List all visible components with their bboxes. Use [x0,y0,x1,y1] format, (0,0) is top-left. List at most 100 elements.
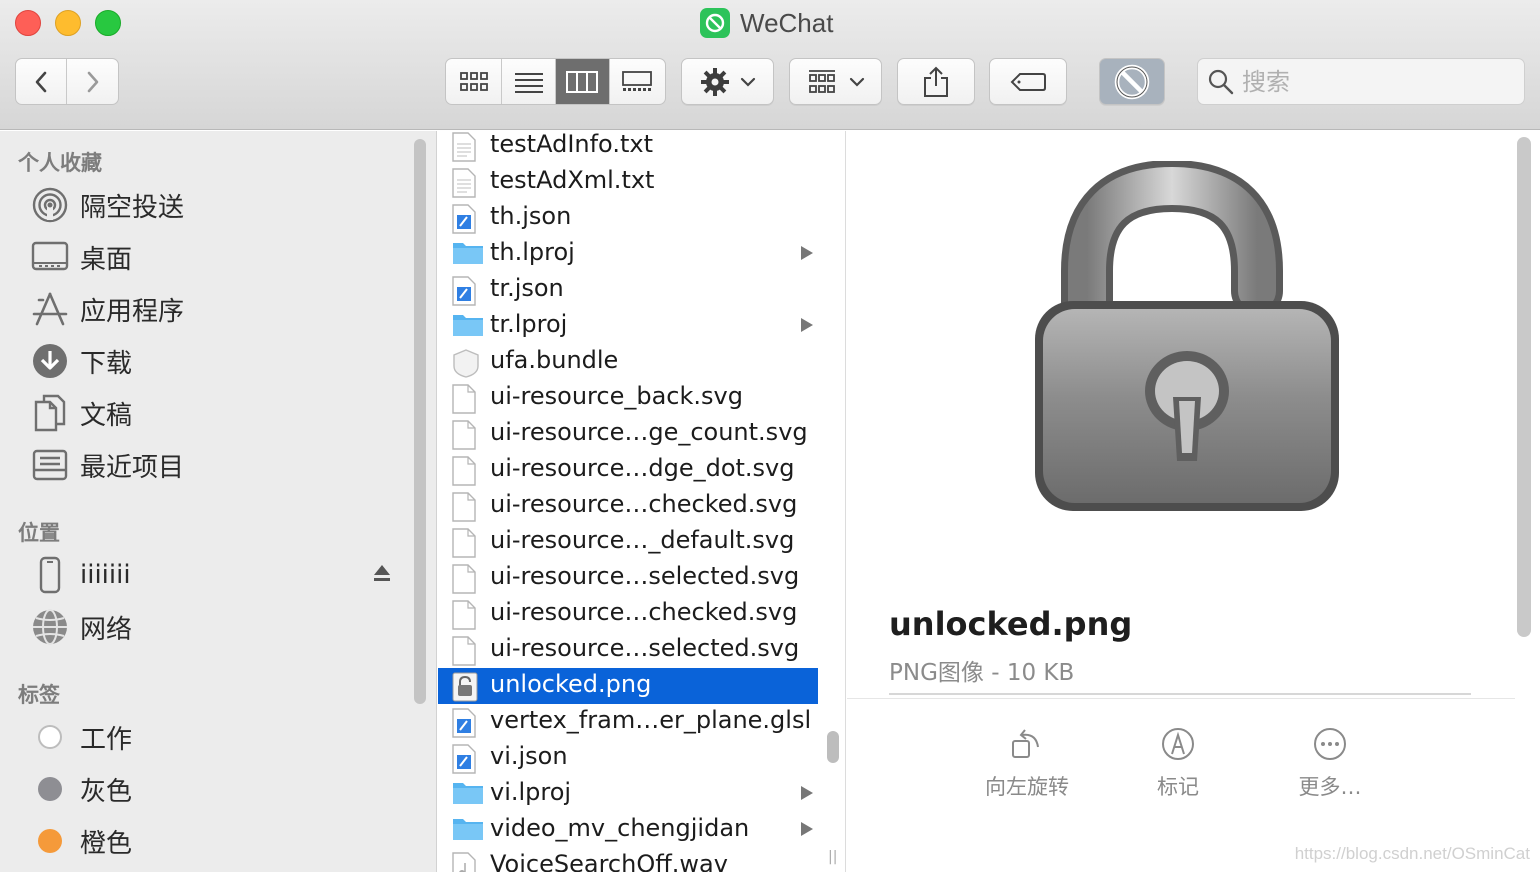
file-row[interactable]: ufa.bundle [438,344,818,380]
folder-icon [452,240,483,270]
file-row[interactable]: ui-resource…ge_count.svg [438,416,818,452]
zoom-window-button[interactable] [95,10,121,36]
file-row[interactable]: testAdInfo.txt [438,131,818,164]
file-name: ui-resource…checked.svg [490,490,798,518]
desktop-icon [30,237,70,277]
sidebar-item-label: 应用程序 [80,296,185,327]
icon-view-button[interactable] [446,59,503,104]
sidebar-item-network[interactable]: 网络 [30,605,400,649]
sidebar-item-desktop[interactable]: 桌面 [30,235,400,279]
file-row[interactable]: th.json [438,200,818,236]
file-row[interactable]: ui-resource…selected.svg [438,560,818,596]
group-grid-icon [808,69,835,93]
rotate-left-button[interactable]: 向左旋转 [967,727,1087,801]
locations-heading: 位置 [18,521,60,545]
disclosure-arrow-icon [801,786,813,800]
sidebar-item-downloads[interactable]: 下载 [30,339,400,383]
group-by-button[interactable] [789,58,882,105]
file-name: ui-resource…checked.svg [490,598,798,626]
more-button[interactable]: 更多… [1270,727,1390,801]
iphone-icon [30,555,70,595]
search-icon [1208,69,1234,94]
file-row[interactable]: tr.json [438,272,818,308]
file-name: ui-resource_back.svg [490,382,743,410]
file-name: testAdXml.txt [490,166,655,194]
file-row[interactable]: vertex_fram…er_plane.glsl [438,704,818,740]
sidebar-scrollbar[interactable] [414,139,426,704]
file-row[interactable]: th.lproj [438,236,818,272]
minimize-window-button[interactable] [55,10,81,36]
file-row[interactable]: vi.lproj [438,776,818,812]
file-name: vertex_fram…er_plane.glsl [490,706,812,734]
prohibited-icon [1114,64,1150,99]
icon-view-icon [459,71,488,91]
edit-tags-button[interactable] [989,58,1067,105]
folder-icon [452,780,483,810]
sidebar-item-applications[interactable]: 应用程序 [30,287,400,331]
sidebar-item-label: 桌面 [80,244,133,275]
file-row[interactable]: testAdXml.txt [438,164,818,200]
file-column-scrollbar[interactable] [827,731,839,763]
file-name: VoiceSearchOff.wav [490,850,728,872]
search-field[interactable] [1197,58,1525,105]
column-resize-handle[interactable]: || [828,849,837,865]
blank-file-icon [452,456,480,486]
watermark: https://blog.csdn.net/OSminCat [1294,844,1530,863]
sidebar-item-device[interactable]: iiiiiii [30,553,400,597]
file-name: vi.lproj [490,778,572,806]
file-row[interactable]: ui-resource…checked.svg [438,488,818,524]
text-file-icon [452,132,480,162]
sidebar-item-tag-work[interactable]: 工作 [30,715,400,759]
sidebar-item-tag-orange[interactable]: 橙色 [30,819,400,863]
file-row[interactable]: ui-resource_back.svg [438,380,818,416]
gallery-view-button[interactable] [610,59,665,104]
tag-dot-icon [30,717,70,757]
documents-icon [30,393,70,433]
preview-divider [847,698,1515,699]
file-row[interactable]: ui-resource…_default.svg [438,524,818,560]
file-row[interactable]: ui-resource…dge_dot.svg [438,452,818,488]
file-row[interactable]: ui-resource…selected.svg [438,632,818,668]
action-menu-button[interactable] [681,58,774,105]
recents-icon [30,445,70,485]
eject-icon[interactable] [372,563,392,587]
sidebar-item-tag-gray[interactable]: 灰色 [30,767,400,811]
sidebar-item-airdrop[interactable]: 隔空投送 [30,183,400,227]
file-row[interactable]: tr.lproj [438,308,818,344]
markup-button[interactable]: 标记 [1118,727,1238,801]
file-name: video_mv_chengjidan [490,814,750,842]
tag-dot-icon [30,769,70,809]
json-file-icon [452,708,480,738]
sidebar-item-documents[interactable]: 文稿 [30,391,400,435]
disclosure-arrow-icon [801,318,813,332]
file-name: tr.lproj [490,310,568,338]
disclosure-arrow-icon [801,246,813,260]
chevron-left-icon [35,71,47,92]
file-row[interactable]: unlocked.png [438,668,818,704]
sidebar-item-label: 橙色 [80,828,133,859]
tag-dot-icon [30,821,70,861]
file-row[interactable]: VoiceSearchOff.wav [438,848,818,872]
file-row[interactable]: video_mv_chengjidan [438,812,818,848]
back-button[interactable] [16,59,68,104]
extension-button[interactable] [1099,58,1165,105]
forward-button[interactable] [67,59,118,104]
toolbar: WeChat [0,0,1540,130]
search-input[interactable] [1242,67,1502,96]
preview-scrollbar[interactable] [1517,137,1531,637]
sidebar-item-label: 网络 [80,614,133,645]
close-window-button[interactable] [15,10,41,36]
column-view-button[interactable] [556,59,610,104]
blank-file-icon [452,420,480,450]
sidebar-item-recents[interactable]: 最近项目 [30,443,400,487]
list-view-button[interactable] [502,59,556,104]
sidebar-item-label: 下载 [80,348,133,379]
file-row[interactable]: vi.json [438,740,818,776]
file-name: vi.json [490,742,568,770]
sidebar: 个人收藏 隔空投送 桌面 应用程序 下载 文稿 最近项目 位置 iiiiiii … [0,131,437,872]
share-button[interactable] [897,58,975,105]
folder-icon [452,816,483,846]
file-row[interactable]: ui-resource…checked.svg [438,596,818,632]
window-title: WeChat [700,6,833,40]
file-name: ui-resource…dge_dot.svg [490,454,795,482]
